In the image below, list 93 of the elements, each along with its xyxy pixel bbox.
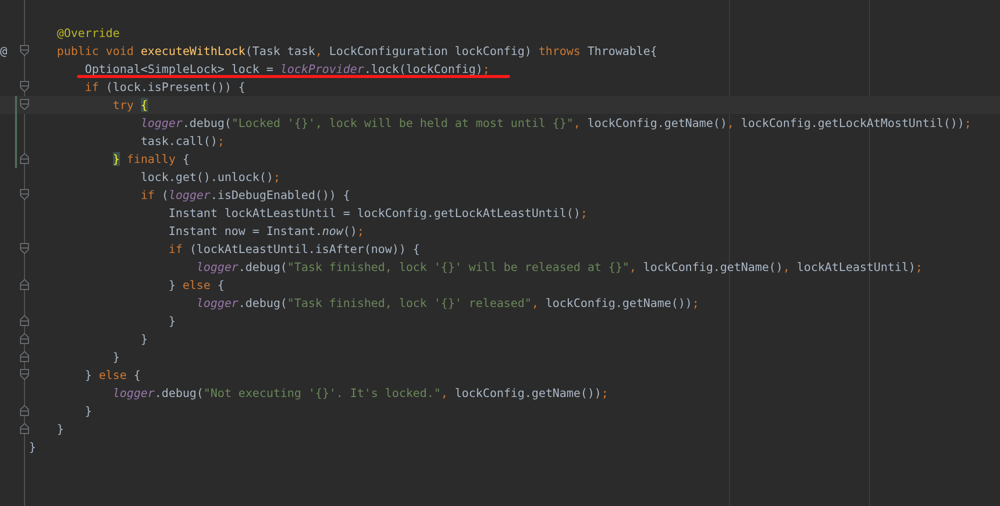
code-text: ( bbox=[162, 188, 169, 202]
change-marker[interactable] bbox=[15, 114, 17, 132]
code-text: , bbox=[315, 44, 324, 58]
string-literal: "Not executing '{}'. It's locked." bbox=[204, 386, 441, 400]
string-literal: "Locked '{}', lock will be held at most until {}" bbox=[231, 116, 574, 130]
keyword: if bbox=[140, 188, 156, 202]
code-text: ; bbox=[916, 260, 923, 274]
fold-icon[interactable] bbox=[20, 333, 29, 344]
keyword: try bbox=[112, 98, 135, 112]
code-text: ; bbox=[217, 134, 224, 148]
code-text: ; bbox=[964, 116, 972, 130]
fold-icon[interactable] bbox=[20, 315, 29, 326]
override-marker[interactable]: @ bbox=[0, 42, 8, 60]
matched-brace: { bbox=[140, 98, 148, 112]
field-name: logger bbox=[196, 296, 238, 310]
annotation: @Override bbox=[56, 26, 120, 40]
code-text: lockAtLeastUntil) bbox=[796, 260, 916, 274]
code-text: Instant lockAtLeastUntil = lockConfig.getLockAtLeastUntil() bbox=[168, 206, 580, 220]
fold-icon[interactable] bbox=[20, 369, 29, 380]
keyword: if bbox=[168, 242, 184, 256]
field-name: logger bbox=[140, 116, 183, 130]
keyword: finally bbox=[126, 152, 177, 166]
code-text: , bbox=[727, 116, 736, 130]
string-literal: "Task finished, lock '{}' will be released at {}" bbox=[287, 260, 630, 274]
code-text: Optional<SimpleLock> lock = bbox=[84, 62, 274, 76]
code-text: { bbox=[217, 278, 224, 292]
code-text: .debug( bbox=[154, 386, 204, 400]
fold-icon[interactable] bbox=[20, 189, 29, 200]
code-text: lockConfig.getName()) bbox=[546, 296, 692, 310]
code-text: lockConfig.getName() bbox=[587, 116, 728, 130]
code-text: } bbox=[56, 422, 64, 436]
fold-icon[interactable] bbox=[20, 45, 29, 56]
code-text: ; bbox=[601, 386, 608, 400]
keyword: throws bbox=[538, 44, 582, 58]
code-text: } bbox=[112, 350, 120, 364]
fold-icon[interactable] bbox=[20, 243, 29, 254]
fold-icon[interactable] bbox=[20, 81, 29, 92]
code-text: task.call() bbox=[140, 134, 218, 148]
code-text: , bbox=[782, 260, 791, 274]
code-text: ; bbox=[357, 224, 364, 238]
fold-icon[interactable] bbox=[20, 153, 29, 164]
code-text: , bbox=[440, 386, 449, 400]
code-text: ; bbox=[482, 62, 490, 76]
change-marker[interactable] bbox=[15, 150, 17, 168]
code-text: now bbox=[322, 224, 344, 238]
code-text: lock.get().unlock() bbox=[140, 170, 274, 184]
keyword: else bbox=[98, 368, 128, 382]
code-text: Throwable{ bbox=[587, 44, 658, 58]
code-text: } bbox=[84, 404, 92, 418]
code-text: ; bbox=[692, 296, 700, 310]
code-text: LockConfiguration lockConfig) bbox=[329, 44, 533, 58]
code-text: } bbox=[29, 440, 36, 454]
code-text: () bbox=[343, 224, 358, 238]
keyword: else bbox=[182, 278, 212, 292]
change-marker[interactable] bbox=[15, 96, 17, 114]
code-text: } bbox=[140, 332, 148, 346]
code-text: .debug( bbox=[238, 296, 288, 310]
code-text: } bbox=[84, 368, 93, 382]
method-name: executeWithLock bbox=[140, 44, 246, 58]
change-marker[interactable] bbox=[15, 132, 17, 150]
field-name: logger bbox=[196, 260, 238, 274]
code-text: .isDebugEnabled()) { bbox=[210, 188, 350, 202]
code-text: (lock.isPresent()) { bbox=[106, 80, 246, 94]
code-text: .debug( bbox=[238, 260, 288, 274]
code-text: , bbox=[629, 260, 638, 274]
field-name: logger bbox=[112, 386, 155, 400]
code-text: .lock(lockConfig) bbox=[364, 62, 483, 76]
code-text: (Task task bbox=[245, 44, 316, 58]
code-text: , bbox=[573, 116, 582, 130]
code-text: .debug( bbox=[182, 116, 232, 130]
code-text: lockConfig.getLockAtMostUntil()) bbox=[741, 116, 964, 130]
fold-icon[interactable] bbox=[20, 405, 29, 416]
fold-icon[interactable] bbox=[20, 99, 29, 110]
code-text: } bbox=[168, 314, 176, 328]
keyword: public void bbox=[56, 44, 135, 58]
code-text: { bbox=[182, 152, 190, 166]
string-literal: "Task finished, lock '{}' released" bbox=[287, 296, 532, 310]
code-text: { bbox=[134, 368, 141, 382]
fold-icon[interactable] bbox=[20, 423, 29, 434]
code-text: ; bbox=[273, 170, 280, 184]
code-text: ; bbox=[580, 206, 588, 220]
code-text: , bbox=[532, 296, 540, 310]
code-text: lockConfig.getName()) bbox=[454, 386, 602, 400]
fold-icon[interactable] bbox=[20, 351, 29, 362]
fold-icon[interactable] bbox=[20, 279, 29, 290]
matched-brace: } bbox=[112, 152, 120, 166]
code-text: } bbox=[168, 278, 177, 292]
field-name: logger bbox=[168, 188, 211, 202]
field-name: lockProvider bbox=[280, 62, 364, 76]
code-text: Instant now = Instant. bbox=[168, 224, 322, 238]
code-text: lockConfig.getName() bbox=[643, 260, 783, 274]
keyword: if bbox=[84, 80, 100, 94]
code-text: (lockAtLeastUntil.isAfter(now)) { bbox=[190, 242, 420, 256]
